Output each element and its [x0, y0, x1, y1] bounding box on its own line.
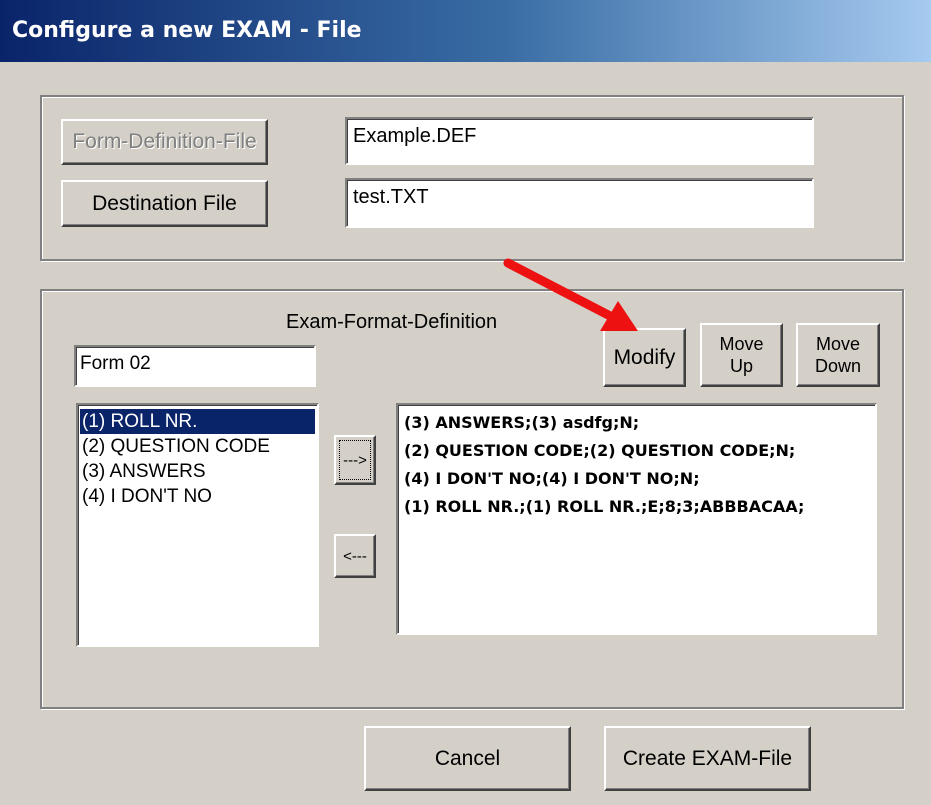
form-definition-file-field[interactable]: Example.DEF: [345, 117, 814, 165]
available-field-item[interactable]: (2) QUESTION CODE: [80, 434, 315, 459]
move-up-line2: Up: [729, 356, 753, 376]
remove-field-button[interactable]: <---: [334, 534, 376, 578]
title-bar[interactable]: Configure a new EXAM - File: [0, 0, 931, 62]
cancel-label: Cancel: [434, 746, 501, 770]
available-field-item[interactable]: (1) ROLL NR.: [80, 409, 315, 434]
destination-file-field[interactable]: test.TXT: [345, 178, 814, 228]
exam-format-group-label: Exam-Format-Definition: [286, 311, 498, 333]
destination-file-button[interactable]: Destination File: [61, 180, 268, 227]
move-up-label: Move Up: [719, 333, 763, 377]
red-arrow-icon: [503, 258, 638, 331]
available-field-item[interactable]: (4) I DON'T NO: [80, 484, 315, 509]
add-field-label: --->: [343, 451, 367, 469]
exam-format-item[interactable]: (3) ANSWERS;(3) asdfg;N;: [400, 409, 873, 437]
destination-file-label: Destination File: [92, 191, 237, 215]
available-field-item[interactable]: (3) ANSWERS: [80, 459, 315, 484]
move-up-line1: Move: [719, 334, 764, 354]
move-down-line2: Down: [814, 356, 862, 376]
remove-field-label: <---: [343, 547, 367, 565]
move-up-button[interactable]: Move Up: [700, 323, 783, 387]
form-name-value: Form 02: [80, 353, 151, 374]
create-exam-file-button[interactable]: Create EXAM-File: [604, 726, 811, 791]
form-definition-file-value: Example.DEF: [353, 125, 477, 147]
exam-format-list[interactable]: (3) ANSWERS;(3) asdfg;N; (2) QUESTION CO…: [396, 403, 877, 635]
move-down-line1: Move: [815, 334, 860, 354]
modify-label: Modify: [613, 345, 676, 369]
move-down-button[interactable]: Move Down: [796, 323, 880, 387]
available-fields-list[interactable]: (1) ROLL NR. (2) QUESTION CODE (3) ANSWE…: [76, 403, 319, 647]
exam-format-item[interactable]: (2) QUESTION CODE;(2) QUESTION CODE;N;: [400, 437, 873, 465]
move-down-label: Move Down: [815, 333, 861, 377]
exam-format-item[interactable]: (4) I DON'T NO;(4) I DON'T NO;N;: [400, 465, 873, 493]
window-title: Configure a new EXAM - File: [12, 18, 362, 43]
form-name-input[interactable]: Form 02: [74, 345, 316, 387]
exam-format-item[interactable]: (1) ROLL NR.;(1) ROLL NR.;E;8;3;ABBBACAA…: [400, 493, 873, 521]
create-exam-file-label: Create EXAM-File: [622, 746, 793, 770]
form-definition-file-label: Form-Definition-File: [72, 130, 257, 153]
form-definition-file-button[interactable]: Form-Definition-File: [61, 119, 268, 165]
destination-file-value: test.TXT: [353, 186, 429, 208]
cancel-button[interactable]: Cancel: [364, 726, 571, 791]
add-field-button[interactable]: --->: [334, 435, 376, 485]
